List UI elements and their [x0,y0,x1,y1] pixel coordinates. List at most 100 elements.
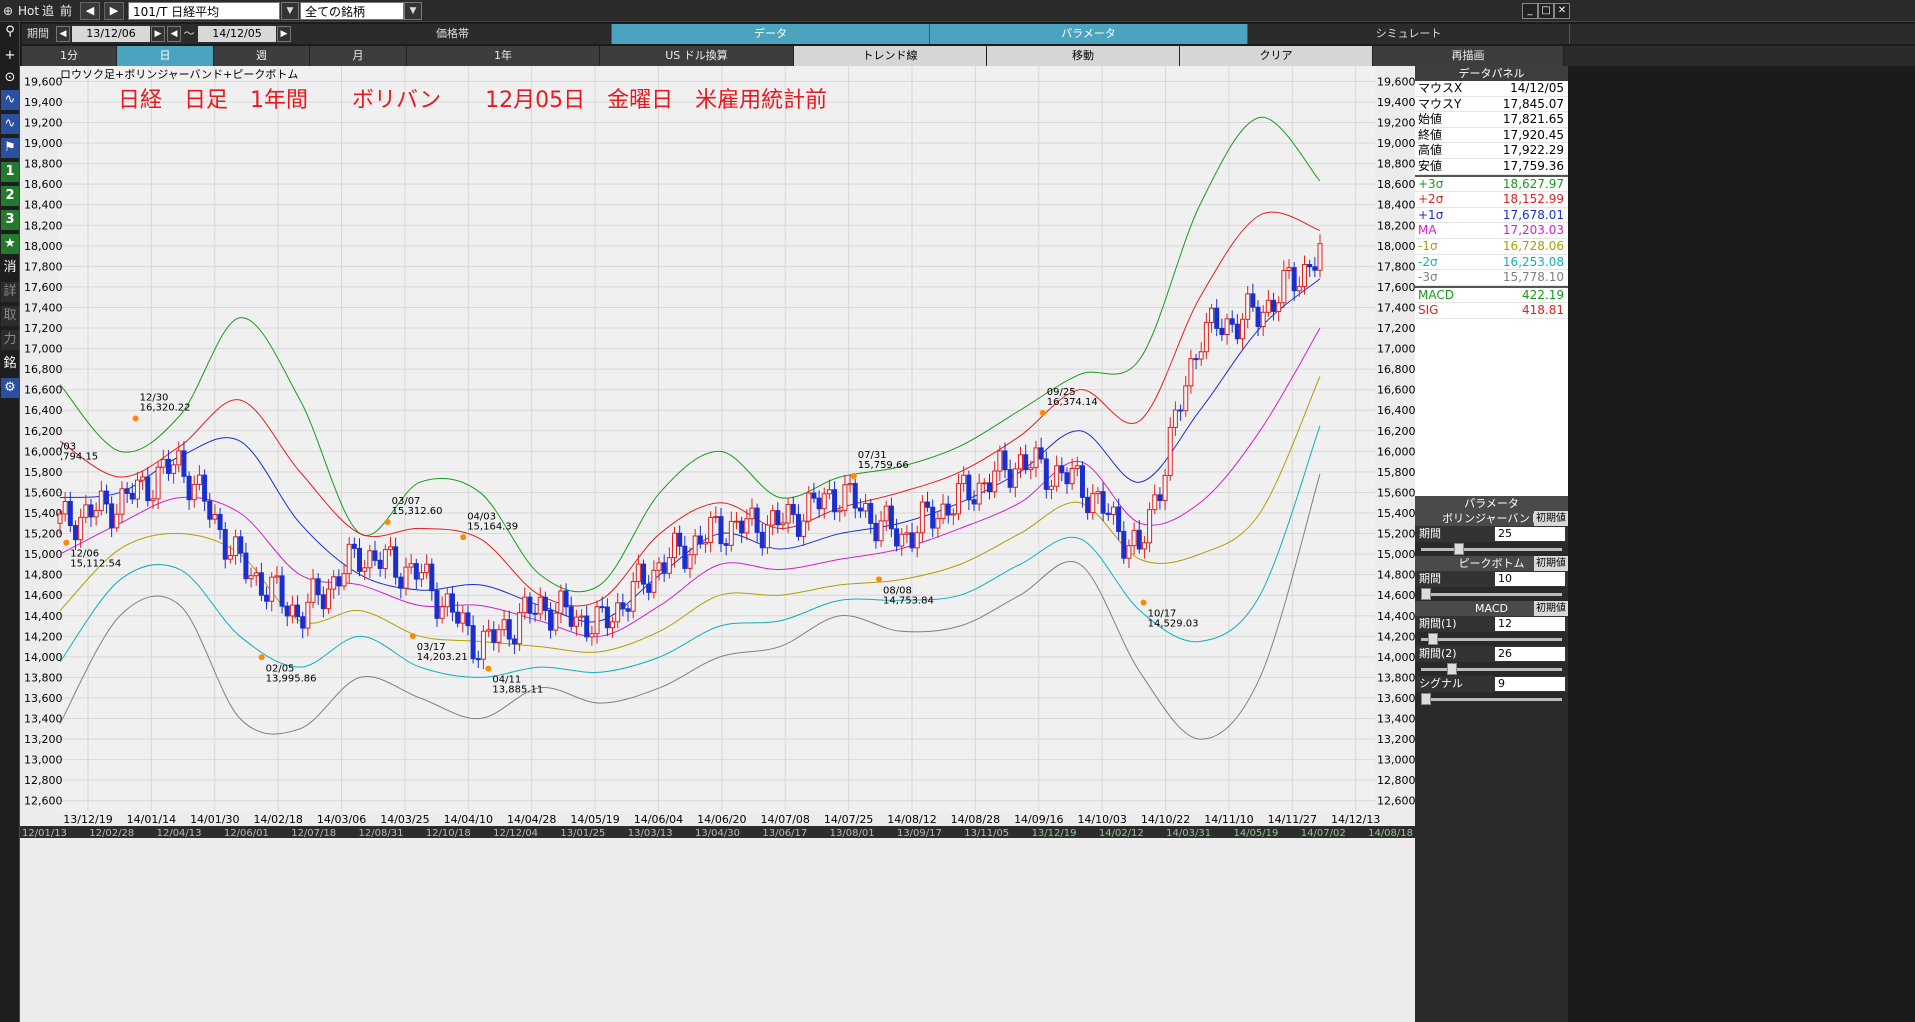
minimize-icon[interactable]: _ [1522,3,1538,19]
candle-up [93,510,99,518]
chart-pane[interactable]: 19,600 19,600 19,400 19,400 19,200 19,200 19,0… [20,66,1415,1022]
slot-1-button[interactable]: 1 [1,162,19,182]
slider-knob[interactable] [1427,633,1438,645]
y-tick-label-left: 17,000 [24,343,63,356]
range-prev-icon[interactable]: ◀ [167,26,181,42]
y-tick-label-left: 19,400 [24,96,63,109]
candle-up [863,502,869,512]
candle-down [584,615,590,638]
candle-down [165,458,171,474]
parameter-slider[interactable] [1415,692,1568,706]
crosshair-icon[interactable]: + [1,46,19,66]
y-tick-label-left: 15,800 [24,466,63,479]
follow-button[interactable]: 追 [42,2,54,20]
clear-button[interactable]: クリア [1180,46,1373,66]
start-prev-icon[interactable]: ◀ [56,26,70,42]
previous-button[interactable]: 前 [60,2,72,20]
reset-default-button[interactable]: 初期値 [1534,556,1568,571]
trade-button[interactable]: 取 [1,306,19,326]
data-row-label: マウスX [1418,81,1463,95]
end-date-field[interactable]: 14/12/05 [198,26,276,42]
input-button[interactable]: 力 [1,330,19,350]
candle-up [1141,542,1147,550]
parameter-value-field[interactable]: 26 [1495,647,1565,661]
candle-up [78,516,84,541]
usd-convert-button[interactable]: US ドル換算 [600,46,794,66]
parameter-slider[interactable] [1415,632,1568,646]
symbol-button[interactable]: 銘 [1,354,19,374]
star-icon[interactable]: ★ [1,234,19,254]
reset-default-button[interactable]: 初期値 [1534,511,1568,526]
data-row-label: -1σ [1418,238,1438,253]
tab-month[interactable]: 月 [310,46,407,66]
tab-parameters[interactable]: パラメータ [930,24,1248,44]
detail-button[interactable]: 詳 [1,282,19,302]
slider-knob[interactable] [1447,663,1458,675]
camera-icon[interactable]: ⊙ [1,68,19,88]
parameter-value-field[interactable]: 25 [1495,527,1565,541]
start-next-icon[interactable]: ▶ [151,26,165,42]
price-chart[interactable]: 19,600 19,600 19,400 19,400 19,200 19,200 19,0… [20,66,1415,826]
symbol-select[interactable]: 101/T 日経平均 [128,2,280,20]
chart-area-icon[interactable]: ∿ [1,114,19,134]
maximize-icon[interactable]: □ [1538,3,1554,19]
slider-knob[interactable] [1453,543,1464,555]
price-band-button[interactable]: 価格帯 [294,24,612,44]
parameter-slider[interactable] [1415,587,1568,601]
data-row: +2σ 18,152.99 [1415,192,1568,208]
candle-down [506,619,512,640]
slot-3-button[interactable]: 3 [1,210,19,230]
candle-down [1193,358,1199,361]
timeline-tick-label: 12/02/28 [89,828,134,838]
search-icon[interactable]: ⚲ [1,22,19,42]
parameter-value-field[interactable]: 10 [1495,572,1565,586]
reset-default-button[interactable]: 初期値 [1534,601,1568,616]
parameter-label: シグナル [1419,677,1463,690]
candle-down [67,500,73,527]
candle-up [269,576,275,602]
start-date-field[interactable]: 13/12/06 [72,26,150,42]
slider-track [1421,698,1562,701]
tab-day[interactable]: 日 [117,46,214,66]
hot-button[interactable]: Hot [18,2,39,20]
tab-week[interactable]: 週 [214,46,310,66]
prev-arrow-icon[interactable]: ◀ [80,2,100,20]
gear-icon[interactable]: ⚙ [1,378,19,398]
move-button[interactable]: 移動 [987,46,1180,66]
parameter-value-field[interactable]: 12 [1495,617,1565,631]
end-next-icon[interactable]: ▶ [277,26,291,42]
tab-1year[interactable]: 1年 [407,46,600,66]
slider-knob[interactable] [1421,588,1431,600]
tab-simulate[interactable]: シミュレート [1248,24,1570,44]
universe-dropdown-icon[interactable]: ▼ [404,2,422,20]
tab-data[interactable]: データ [612,24,930,44]
candle-up [155,466,161,500]
slot-2-button[interactable]: 2 [1,186,19,206]
candle-up [1110,506,1116,515]
timeline-tick-label: 13/04/30 [695,828,740,838]
parameter-label: 期間 [1419,572,1441,585]
parameter-value-field[interactable]: 9 [1495,677,1565,691]
universe-select[interactable]: 全ての銘柄 [300,2,404,20]
candle-up [1095,491,1101,495]
candle-up [1126,545,1132,559]
redraw-button[interactable]: 再描画 [1373,46,1564,66]
candle-down [775,510,781,526]
flag-icon[interactable]: ⚑ [1,138,19,158]
tab-1min[interactable]: 1分 [22,46,117,66]
timeline-scroller[interactable]: 12/01/13 12/02/28 12/04/13 12/06/01 12/07/18… [20,826,1568,839]
candle-down [511,638,517,645]
candle-down [930,506,936,529]
candle-up [346,543,352,575]
erase-button[interactable]: 消 [1,258,19,278]
parameter-slider[interactable] [1415,542,1568,556]
chart-line-icon[interactable]: ∿ [1,90,19,110]
candle-down [1079,465,1085,498]
trendline-button[interactable]: トレンド線 [794,46,987,66]
parameter-slider[interactable] [1415,662,1568,676]
candle-down [1234,323,1240,340]
close-icon[interactable]: ✕ [1554,3,1570,19]
next-arrow-icon[interactable]: ▶ [104,2,124,20]
slider-knob[interactable] [1421,693,1431,705]
symbol-dropdown-icon[interactable]: ▼ [281,2,299,20]
